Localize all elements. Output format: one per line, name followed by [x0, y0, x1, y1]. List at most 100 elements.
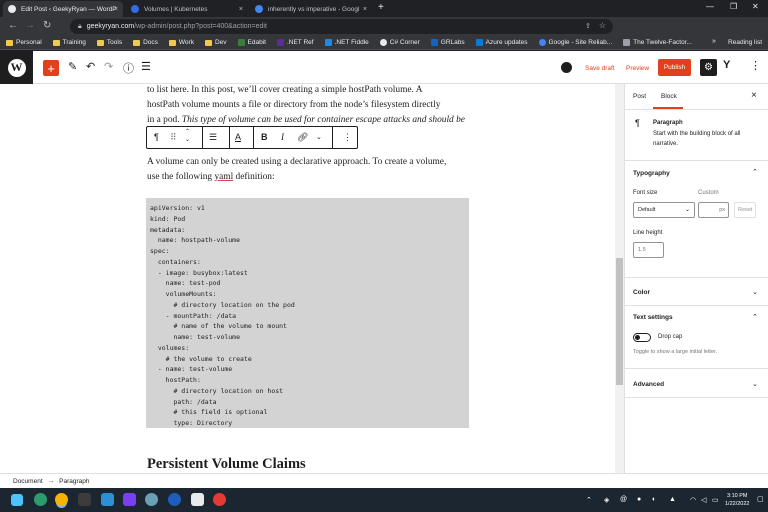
window-close-icon[interactable]: ✕ [752, 2, 759, 11]
scrollbar-thumb[interactable] [616, 258, 623, 385]
chevron-up-icon[interactable]: ⌃ [752, 168, 758, 176]
bookmark-folder-training[interactable]: Training [52, 39, 86, 46]
reading-list-button[interactable]: Reading list [728, 39, 762, 46]
windows-start-icon[interactable] [11, 494, 23, 506]
undo-icon[interactable]: ↶ [86, 60, 95, 73]
advanced-panel-toggle[interactable]: Advanced [633, 381, 664, 388]
move-up-down-icon[interactable]: ⌃ ⌄ [185, 128, 190, 144]
chevron-down-icon[interactable]: ⌄ [752, 288, 758, 296]
editor-canvas[interactable]: to list here. In this post, we’ll cover … [0, 84, 615, 473]
bookmark-google-sre[interactable]: Google - Site Reliab... [538, 39, 612, 46]
breadcrumb-document[interactable]: Document [13, 478, 43, 485]
close-tab-icon[interactable]: × [239, 6, 243, 13]
chevron-down-icon[interactable]: ⌄ [316, 133, 322, 141]
new-tab-button[interactable]: + [378, 2, 384, 13]
dropbox-icon[interactable]: ◈ [604, 496, 609, 504]
bookmarks-overflow-icon[interactable]: » [712, 38, 716, 45]
more-options-icon[interactable]: ⋮ [750, 59, 761, 72]
close-tab-icon[interactable]: × [363, 6, 367, 13]
teams-icon[interactable] [168, 493, 181, 506]
app-icon[interactable] [145, 493, 158, 506]
block-options-icon[interactable]: ⋮ [343, 132, 352, 143]
tray-app-icon[interactable]: ▲ [669, 496, 676, 503]
app-icon[interactable] [213, 493, 226, 506]
paragraph-block[interactable]: to list here. In this post, we’ll cover … [147, 84, 469, 128]
typography-panel-toggle[interactable]: Typography [633, 170, 670, 177]
bookmark-folder-docs[interactable]: Docs [133, 39, 158, 46]
drag-handle-icon[interactable]: ⠿ [170, 132, 177, 143]
breadcrumb-paragraph[interactable]: Paragraph [59, 478, 89, 485]
browser-tab-edit-post[interactable]: Edit Post ‹ GeekyRyan — WordP × [3, 1, 123, 17]
app-icon[interactable] [191, 493, 204, 506]
drop-cap-toggle[interactable] [633, 333, 651, 342]
pencil-tools-icon[interactable]: ✎ [68, 60, 77, 73]
font-size-select[interactable]: Default ⌄ [633, 202, 695, 218]
browser-tab-google[interactable]: inherently vs imperative - Googl × [250, 1, 372, 17]
paragraph-icon[interactable]: ¶ [154, 132, 159, 142]
color-panel-toggle[interactable]: Color [633, 289, 650, 296]
publish-button[interactable]: Publish [658, 59, 691, 76]
tray-app-icon[interactable]: ◐ [652, 496, 656, 503]
bookmark-csharp-corner[interactable]: C# Corner [379, 39, 420, 46]
system-clock[interactable]: 3:10 PM 1/22/2022 [725, 492, 749, 508]
bookmark-folder-dev[interactable]: Dev [204, 39, 227, 46]
bookmark-folder-work[interactable]: Work [168, 39, 194, 46]
vscode-icon[interactable] [101, 493, 114, 506]
highlight-icon[interactable]: A [235, 132, 241, 142]
chrome-icon[interactable] [55, 493, 68, 506]
avatar[interactable] [561, 62, 572, 73]
edge-icon[interactable] [34, 493, 47, 506]
wifi-icon[interactable]: ◠ [690, 496, 696, 504]
custom-font-size-input[interactable]: px [698, 202, 729, 218]
reload-icon[interactable]: ↻ [43, 20, 51, 31]
battery-icon[interactable]: ▭ [712, 496, 719, 504]
info-icon[interactable]: ⓘ [123, 60, 134, 76]
bookmark-edabit[interactable]: Edabit [237, 39, 266, 46]
close-sidebar-icon[interactable]: × [751, 90, 757, 101]
address-bar[interactable]: 🔒︎ geekyryan.com/wp-admin/post.php?post=… [70, 19, 613, 34]
bookmark-star-icon[interactable]: ☆ [599, 21, 606, 30]
link-icon[interactable]: 🔗︎ [297, 132, 308, 143]
notifications-icon[interactable]: ▢ [757, 495, 764, 503]
browser-tab-volumes[interactable]: Volumes | Kubernetes × [126, 1, 248, 17]
bold-icon[interactable]: B [261, 132, 268, 142]
settings-gear-icon[interactable]: ⚙ [700, 59, 717, 76]
reset-button[interactable]: Reset [734, 202, 756, 218]
code-block[interactable]: apiVersion: v1 kind: Pod metadata: name:… [146, 198, 469, 428]
volume-icon[interactable]: ◁ [701, 496, 706, 504]
heading-block[interactable]: Persistent Volume Claims [147, 456, 306, 473]
minimize-icon[interactable]: — [706, 2, 714, 11]
bookmark-twelve-factor[interactable]: The Twelve-Factor... [623, 39, 692, 46]
add-block-button[interactable]: + [43, 60, 59, 76]
bookmark-folder-tools[interactable]: Tools [96, 39, 122, 46]
wordpress-logo-button[interactable]: W [0, 51, 33, 84]
save-draft-button[interactable]: Save draft [585, 65, 615, 72]
close-tab-icon[interactable]: × [114, 6, 118, 13]
list-view-icon[interactable]: ☰ [141, 60, 151, 73]
redo-icon[interactable]: ↷ [104, 60, 113, 73]
bookmark-azure-updates[interactable]: Azure updates [475, 39, 528, 46]
bookmark-net-ref[interactable]: .NET Ref [276, 39, 314, 46]
bookmark-net-fiddle[interactable]: .NET Fiddle [324, 39, 369, 46]
restore-icon[interactable]: ❐ [730, 2, 737, 11]
paragraph-block[interactable]: A volume can only be created using a dec… [147, 155, 469, 185]
italic-icon[interactable]: I [281, 132, 284, 142]
share-icon[interactable]: ⇪ [585, 22, 591, 30]
chevron-up-icon[interactable]: ⌃ [752, 313, 758, 321]
tray-chevron-icon[interactable]: ⌃ [586, 496, 592, 504]
align-icon[interactable]: ☰ [209, 132, 217, 143]
terminal-icon[interactable] [78, 493, 91, 506]
preview-button[interactable]: Preview [626, 65, 649, 72]
bookmark-grlabs[interactable]: GRLabs [430, 39, 465, 46]
line-height-input[interactable] [633, 242, 664, 258]
yoast-icon[interactable]: Y [723, 59, 730, 71]
text-settings-panel-toggle[interactable]: Text settings [633, 314, 673, 321]
forward-icon[interactable]: → [25, 20, 35, 31]
tray-app-icon[interactable]: @ [620, 496, 627, 503]
tray-app-icon[interactable]: ● [637, 496, 641, 503]
tab-post[interactable]: Post [633, 93, 646, 100]
visual-studio-icon[interactable] [123, 493, 136, 506]
tab-block[interactable]: Block [661, 93, 677, 100]
back-icon[interactable]: ← [8, 20, 18, 31]
chevron-down-icon[interactable]: ⌄ [752, 380, 758, 388]
